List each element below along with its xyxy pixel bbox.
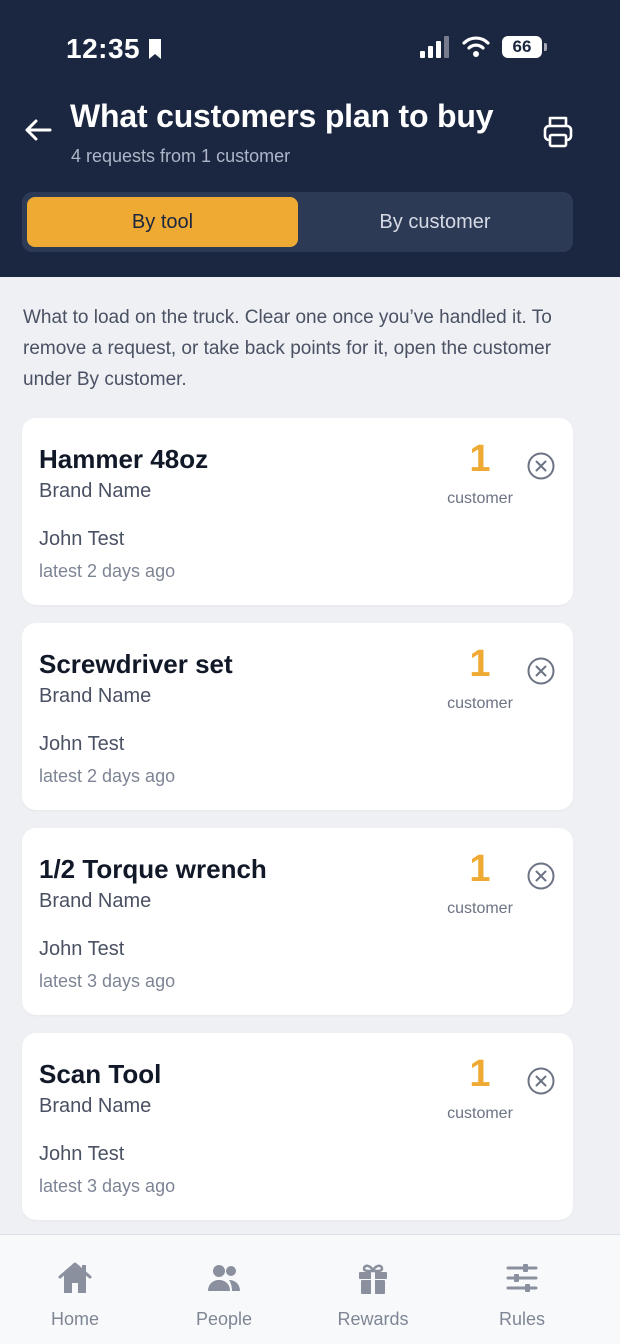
- status-bar: 12:35 66: [0, 0, 620, 100]
- tab-people-label: People: [195, 1309, 253, 1329]
- page-subtitle: 4 requests from 1 customer: [71, 146, 291, 166]
- back-button[interactable]: [20, 112, 56, 148]
- arrow-left-icon: [25, 119, 52, 141]
- sliders-icon: [506, 1264, 538, 1292]
- clock-time: 12:35: [66, 33, 141, 64]
- customer-count: 1: [469, 643, 491, 685]
- tool-name: Screwdriver set: [39, 649, 233, 679]
- tab-people[interactable]: People: [169, 1259, 279, 1330]
- tab-rules[interactable]: Rules: [467, 1259, 577, 1330]
- customer-count: 1: [469, 1053, 491, 1095]
- brand-name: Brand Name: [39, 685, 152, 707]
- status-time: 12:35: [66, 33, 162, 65]
- customer-count-label: customer: [447, 900, 513, 917]
- header: 12:35 66 What customers plan to buy 4 re…: [0, 0, 620, 277]
- tab-rewards-label: Rewards: [337, 1309, 409, 1329]
- tab-rewards[interactable]: Rewards: [318, 1259, 428, 1330]
- request-time: latest 3 days ago: [39, 971, 176, 991]
- request-card[interactable]: Scan Tool Brand Name John Test latest 3 …: [22, 1033, 573, 1220]
- customer-count: 1: [469, 438, 491, 480]
- request-card[interactable]: Hammer 48oz Brand Name John Test latest …: [22, 418, 573, 605]
- status-indicators: 66: [420, 36, 547, 58]
- bookmark-icon: [149, 39, 162, 59]
- wifi-icon: [462, 36, 490, 57]
- people-icon: [208, 1265, 240, 1291]
- tool-name: Hammer 48oz: [39, 444, 209, 474]
- printer-icon: [543, 116, 573, 148]
- signal-icon: [420, 36, 449, 58]
- tool-name: Scan Tool: [39, 1059, 162, 1089]
- customer-name: John Test: [39, 733, 125, 755]
- segment-by-tool[interactable]: By tool: [27, 197, 298, 247]
- customer-count-label: customer: [447, 695, 513, 712]
- customer-count-label: customer: [447, 1105, 513, 1122]
- print-button[interactable]: [538, 110, 578, 154]
- clear-request-button[interactable]: [527, 1067, 555, 1095]
- segment-by-customer[interactable]: By customer: [302, 197, 568, 247]
- brand-name: Brand Name: [39, 1095, 152, 1117]
- battery-level: 66: [512, 37, 532, 56]
- customer-count: 1: [469, 848, 491, 890]
- tab-home-label: Home: [50, 1309, 99, 1329]
- request-time: latest 2 days ago: [39, 561, 176, 581]
- request-card[interactable]: Screwdriver set Brand Name John Test lat…: [22, 623, 573, 810]
- request-time: latest 2 days ago: [39, 766, 176, 786]
- request-time: latest 3 days ago: [39, 1176, 176, 1196]
- request-card[interactable]: 1/2 Torque wrench Brand Name John Test l…: [22, 828, 573, 1015]
- battery-indicator: 66: [502, 36, 547, 58]
- customer-name: John Test: [39, 938, 125, 960]
- gift-icon: [359, 1264, 387, 1294]
- page-title: What customers plan to buy: [70, 98, 494, 134]
- tab-rules-label: Rules: [498, 1309, 546, 1329]
- clear-request-button[interactable]: [527, 452, 555, 480]
- customer-count-label: customer: [447, 490, 513, 507]
- intro-text: What to load on the truck. Clear one onc…: [23, 307, 552, 390]
- clear-request-button[interactable]: [527, 657, 555, 685]
- bottom-tab-bar: Home People Rewards Rules: [0, 1234, 620, 1344]
- tab-home[interactable]: Home: [20, 1259, 130, 1330]
- tool-name: 1/2 Torque wrench: [39, 854, 267, 884]
- customer-name: John Test: [39, 1143, 125, 1165]
- clear-request-button[interactable]: [527, 862, 555, 890]
- view-segmented-control: By tool By customer: [22, 192, 573, 252]
- customer-name: John Test: [39, 528, 125, 550]
- brand-name: Brand Name: [39, 480, 152, 502]
- brand-name: Brand Name: [39, 890, 152, 912]
- home-icon: [58, 1262, 92, 1293]
